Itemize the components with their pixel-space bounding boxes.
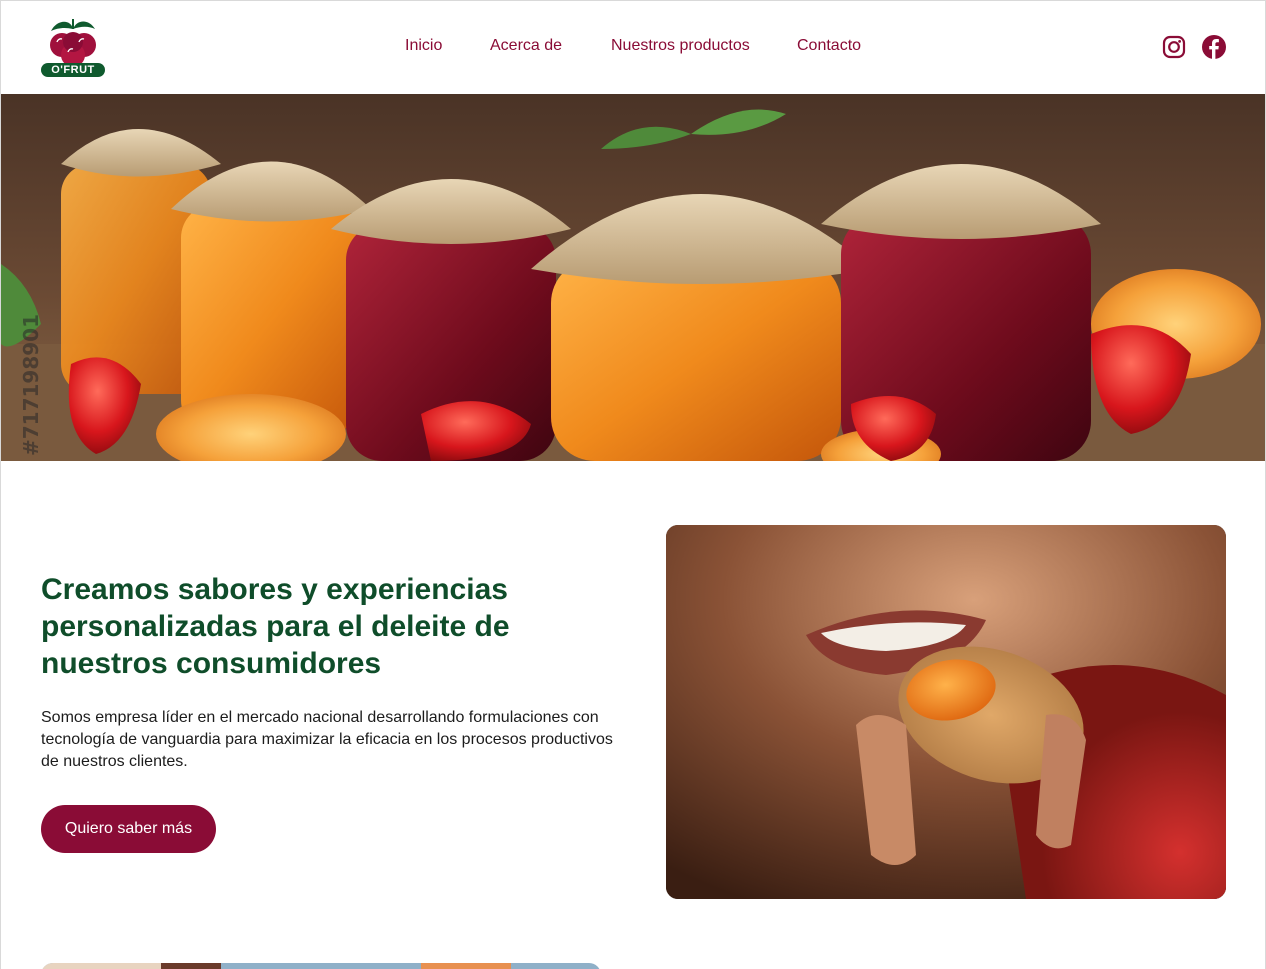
main-nav: Inicio Acerca de Nuestros productos Cont… [1,37,1265,59]
nav-link-nuestros-productos[interactable]: Nuestros productos [611,37,750,55]
facebook-icon[interactable] [1201,34,1227,60]
site-header: O'FRUT Inicio Acerca de Nuestros product… [1,1,1265,94]
page: O'FRUT Inicio Acerca de Nuestros product… [0,0,1266,969]
instagram-icon[interactable] [1161,34,1187,60]
learn-more-button[interactable]: Quiero saber más [41,805,216,853]
hero-banner-image: #717198901 [1,94,1265,461]
logo-wordmark: O'FRUT [51,64,95,76]
nav-link-contacto[interactable]: Contacto [797,37,861,55]
nav-link-acerca-de[interactable]: Acerca de [490,37,562,55]
intro-description: Somos empresa líder en el mercado nacion… [41,709,613,770]
next-section-image [41,963,601,969]
woman-eating-cookie-image [666,525,1226,899]
nav-link-inicio[interactable]: Inicio [405,37,442,55]
intro-heading: Creamos sabores y experiencias personali… [41,573,510,680]
stock-image-id: #717198901 [19,313,43,456]
